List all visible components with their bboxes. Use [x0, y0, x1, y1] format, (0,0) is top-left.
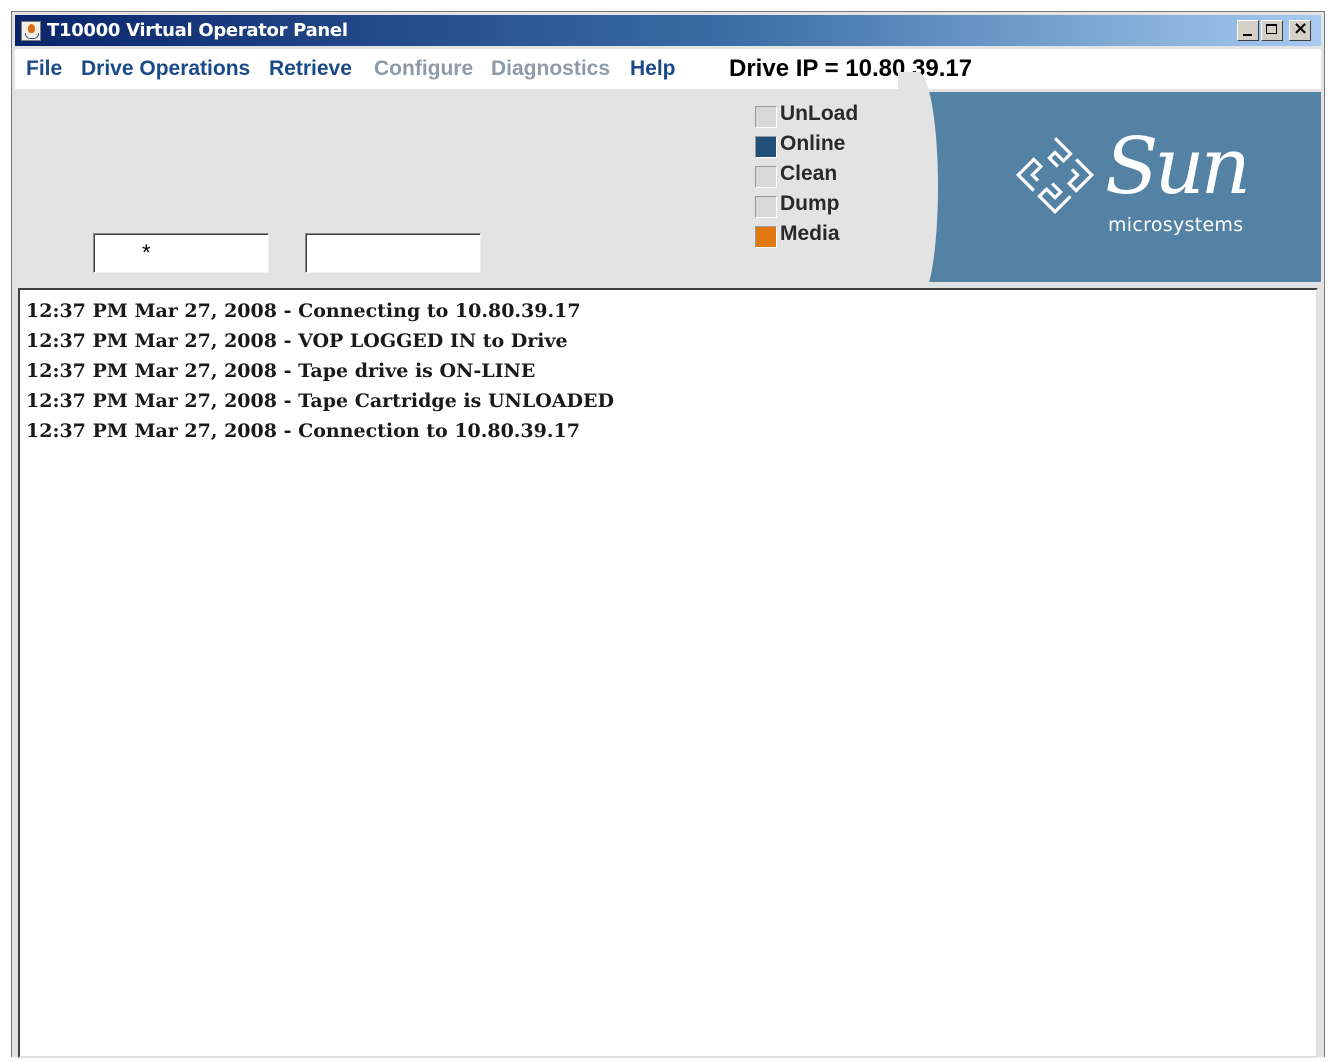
close-button[interactable]: ×	[1289, 18, 1311, 41]
log-line: 12:37 PM Mar 27, 2008 - VOP LOGGED IN to…	[26, 330, 568, 352]
title-bar[interactable]: T10000 Virtual Operator Panel ×	[15, 15, 1321, 46]
menu-file[interactable]: File	[26, 57, 62, 81]
indicator-label: Dump	[780, 192, 840, 215]
java-flame-shape	[28, 24, 35, 33]
menu-configure[interactable]: Configure	[374, 57, 473, 81]
sun-logo-subtitle: microsystems	[1108, 214, 1244, 236]
drive-ip-label: Drive IP = 10.80.39.17	[729, 55, 973, 82]
sun-logo-word: Sun	[1105, 122, 1251, 212]
menu-drive-operations[interactable]: Drive Operations	[81, 57, 250, 81]
minimize-button[interactable]	[1237, 20, 1259, 41]
display-field-2	[305, 233, 481, 273]
indicator-light	[755, 106, 777, 128]
indicator-light	[755, 196, 777, 218]
java-icon[interactable]	[21, 21, 41, 41]
event-log[interactable]: 12:37 PM Mar 27, 2008 - Connecting to 10…	[18, 288, 1318, 1058]
close-icon: ×	[1293, 18, 1309, 39]
application-window: T10000 Virtual Operator Panel × File Dri…	[11, 11, 1325, 1058]
log-line: 12:37 PM Mar 27, 2008 - Tape drive is ON…	[26, 360, 536, 382]
menu-retrieve[interactable]: Retrieve	[269, 57, 352, 81]
indicator-label: UnLoad	[780, 102, 859, 125]
log-line: 12:37 PM Mar 27, 2008 - Connection to 10…	[26, 420, 580, 442]
log-line: 12:37 PM Mar 27, 2008 - Connecting to 10…	[26, 300, 581, 322]
maximize-button[interactable]	[1261, 20, 1283, 41]
indicator-label: Online	[780, 132, 846, 155]
display-field-1: *	[93, 233, 269, 273]
maximize-icon	[1266, 24, 1277, 34]
menu-diagnostics[interactable]: Diagnostics	[491, 57, 610, 81]
status-header: * UnLoad Online Clean Dump Media Sun mic…	[15, 72, 1321, 302]
sun-logo-panel: Sun microsystems	[898, 72, 1321, 302]
window-title: T10000 Virtual Operator Panel	[47, 20, 348, 41]
indicator-light	[755, 136, 777, 158]
minimize-icon	[1243, 34, 1252, 36]
indicator-light	[755, 226, 777, 248]
indicator-label: Clean	[780, 162, 838, 185]
sun-logo-icon	[1015, 137, 1095, 215]
log-line: 12:37 PM Mar 27, 2008 - Tape Cartridge i…	[26, 390, 614, 412]
logo-panel-curve	[898, 72, 938, 302]
java-cup-shape	[25, 33, 39, 39]
indicator-light	[755, 166, 777, 188]
menu-help[interactable]: Help	[630, 57, 676, 81]
indicator-label: Media	[780, 222, 840, 245]
menu-bar: File Drive Operations Retrieve Configure…	[15, 49, 1321, 89]
